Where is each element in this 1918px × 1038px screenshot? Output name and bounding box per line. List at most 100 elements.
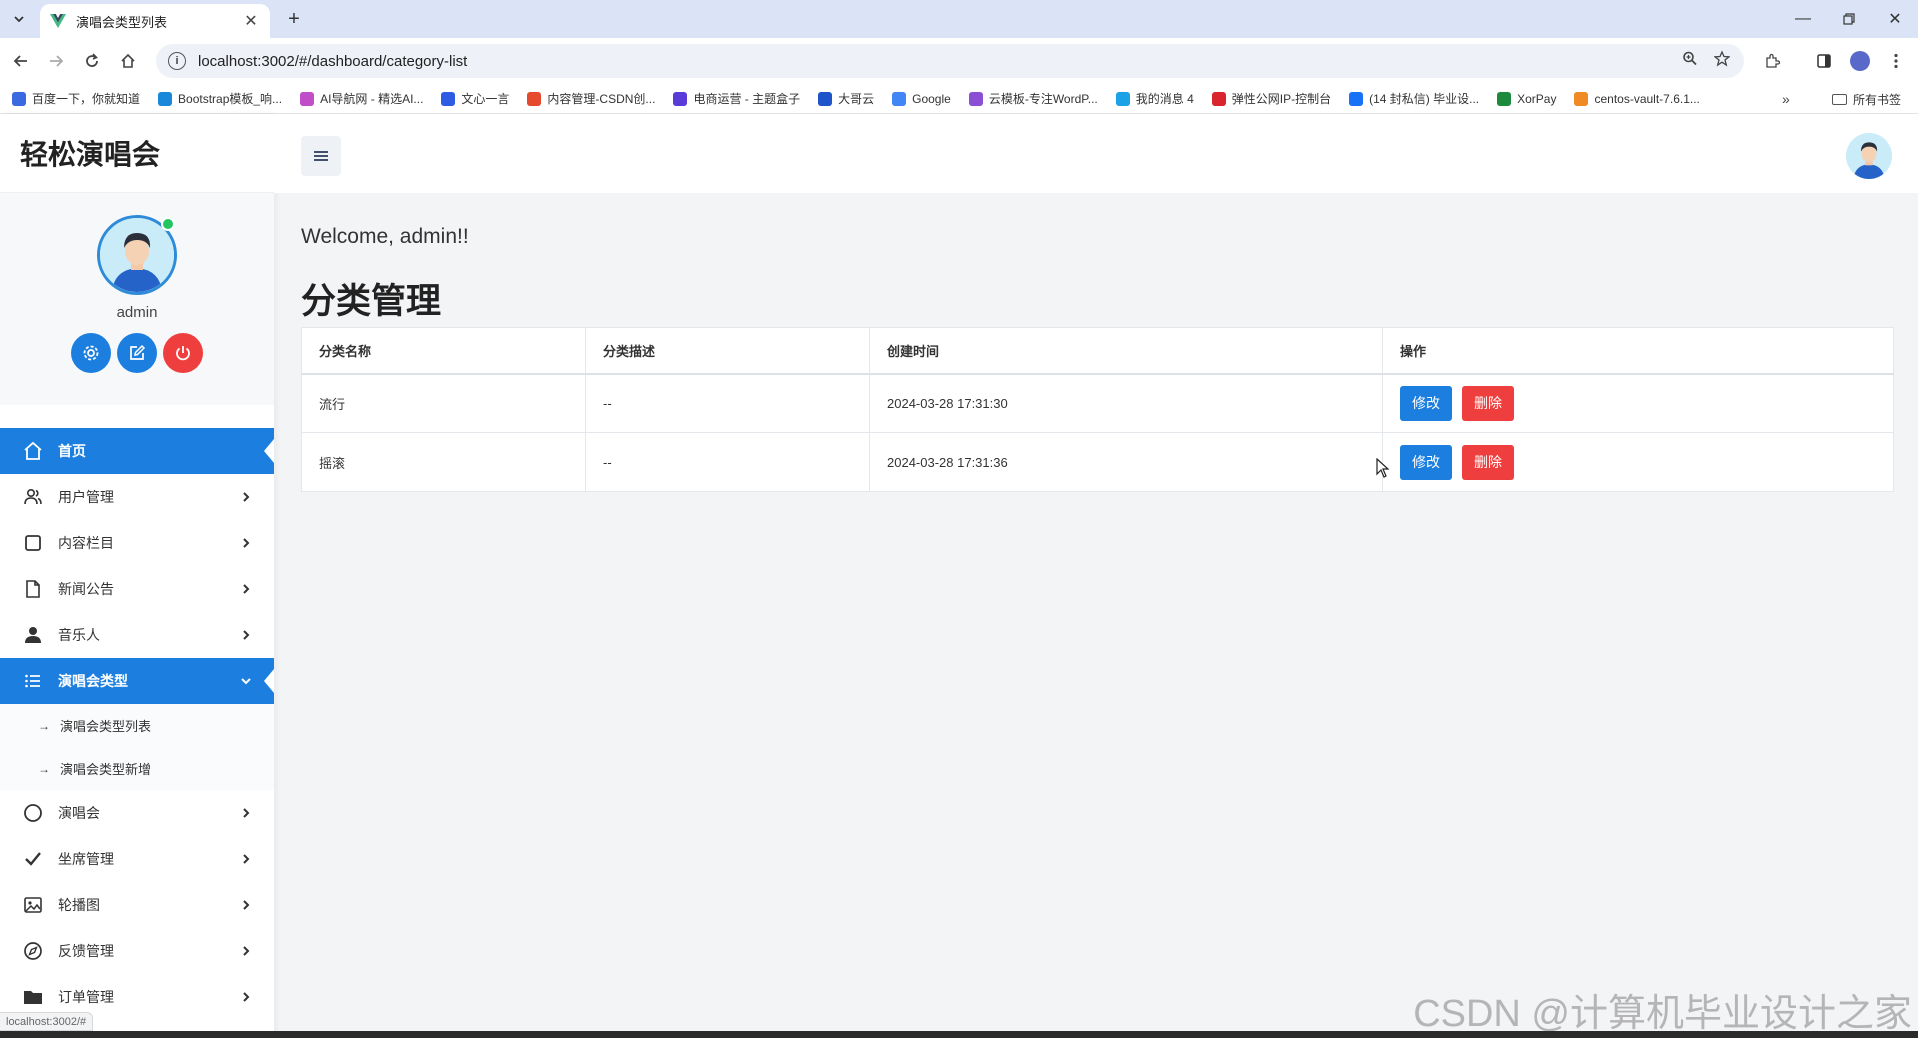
bookmark-favicon-icon [12, 91, 26, 106]
chevron-right-icon [243, 900, 250, 910]
close-window-button[interactable]: ✕ [1872, 0, 1918, 38]
sidebar-item-label: 首页 [58, 443, 86, 459]
sidebar-item-file[interactable]: 新闻公告 [0, 566, 274, 612]
edit-button[interactable]: 修改 [1400, 385, 1452, 421]
created-time-cell: 2024-03-28 17:31:30 [869, 373, 1383, 433]
bookmark-item[interactable]: 百度一下，你就知道 [12, 90, 140, 107]
puzzle-icon [1766, 53, 1780, 68]
edit-profile-button[interactable] [117, 333, 157, 373]
settings-button[interactable] [71, 333, 111, 373]
new-tab-button[interactable]: + [282, 8, 306, 30]
sidebar-item-circle[interactable]: 演唱会 [0, 790, 274, 836]
category-name-cell: 流行 [301, 373, 586, 433]
edit-icon [130, 344, 146, 360]
bookmarks-overflow-icon[interactable]: » [1782, 91, 1790, 107]
chevron-down-icon [241, 678, 251, 685]
bookmark-label: 我的消息 4 [1135, 92, 1194, 106]
browser-tabbar: 演唱会类型列表 ✕ + — ✕ [0, 0, 1918, 38]
bookmark-item[interactable]: centos-vault-7.6.1... [1574, 91, 1700, 106]
table-row: 摇滚 -- 2024-03-28 17:31:36 修改 删除 [301, 432, 1894, 492]
chevron-right-icon [243, 992, 250, 1002]
sidebar-item-image[interactable]: 轮播图 [0, 882, 274, 928]
profile-panel: admin [0, 193, 274, 405]
image-icon [23, 895, 43, 915]
reload-icon [86, 53, 98, 67]
delete-button[interactable]: 删除 [1462, 385, 1514, 421]
edit-button[interactable]: 修改 [1400, 444, 1452, 480]
bookmark-item[interactable]: AI导航网 - 精选AI... [300, 90, 423, 107]
bookmark-item[interactable]: Google [892, 91, 951, 106]
bookmark-label: (14 封私信) 毕业设... [1369, 92, 1480, 106]
bookmark-item[interactable]: 我的消息 4 [1115, 90, 1194, 107]
sidebar-item-users[interactable]: 用户管理 [0, 474, 274, 520]
profile-actions [71, 333, 203, 373]
header-avatar[interactable] [1846, 133, 1892, 179]
check-icon [23, 849, 43, 869]
submenu-item-label: 演唱会类型列表 [60, 719, 152, 734]
chevron-right-icon [243, 492, 250, 502]
sidebar-item-label: 反馈管理 [58, 943, 114, 959]
sidebar-item-square[interactable]: 内容栏目 [0, 520, 274, 566]
reload-button[interactable] [80, 49, 104, 73]
minimize-button[interactable]: — [1780, 0, 1826, 38]
bookmark-favicon-icon [300, 91, 315, 106]
sidebar-item-list[interactable]: 演唱会类型 [0, 658, 274, 704]
sidebar-toggle-button[interactable] [301, 136, 341, 176]
bookmark-item[interactable]: Bootstrap模板_响... [158, 90, 282, 107]
logout-button[interactable] [163, 333, 203, 373]
square-icon [23, 533, 43, 553]
zoom-icon[interactable] [1682, 51, 1698, 72]
circle-icon [23, 803, 43, 823]
bookmark-item[interactable]: 大哥云 [818, 90, 874, 107]
column-header: 分类描述 [585, 327, 870, 375]
forward-button[interactable] [44, 49, 68, 73]
main-content: Welcome, admin!! 分类管理 分类名称 分类描述 创建时间 操作 … [274, 114, 1918, 1038]
bookmark-item[interactable]: 文心一言 [441, 90, 509, 107]
bookmark-item[interactable]: 电商运营 - 主题盒子 [673, 90, 800, 107]
bookmark-label: 文心一言 [461, 92, 510, 106]
bookmark-item[interactable]: 弹性公网IP-控制台 [1211, 90, 1331, 107]
sidebar-item-check[interactable]: 坐席管理 [0, 836, 274, 882]
column-header: 分类名称 [301, 327, 586, 375]
submenu-item-label: 演唱会类型新增 [60, 762, 152, 777]
tab-search-button[interactable] [8, 8, 30, 30]
all-bookmarks-button[interactable]: 所有书签 [1832, 91, 1901, 108]
bookmark-item[interactable]: 内容管理-CSDN创... [527, 90, 655, 107]
avatar[interactable] [97, 215, 177, 295]
side-panel-button[interactable] [1812, 49, 1836, 73]
sidebar-item-chevron [236, 991, 256, 1003]
bookmark-favicon-icon [818, 91, 833, 106]
profile-button[interactable] [1848, 49, 1872, 73]
bookmark-item[interactable]: XorPay [1497, 91, 1556, 106]
home-button[interactable] [116, 49, 140, 73]
address-bar[interactable]: i localhost:3002/#/dashboard/category-li… [156, 44, 1744, 78]
bookmark-item[interactable]: 云模板-专注WordP... [968, 90, 1098, 107]
bookmark-favicon-icon [441, 91, 456, 106]
restore-button[interactable] [1826, 0, 1872, 38]
bookmark-item[interactable]: (14 封私信) 毕业设... [1349, 90, 1479, 107]
submenu-item[interactable]: → 演唱会类型新增 [0, 747, 274, 790]
sidebar-item-person[interactable]: 音乐人 [0, 612, 274, 658]
category-desc-cell: -- [585, 373, 870, 433]
bookmark-favicon-icon [1497, 91, 1512, 106]
sidebar-item-home[interactable]: 首页 [0, 428, 274, 474]
bookmark-favicon-icon [892, 91, 907, 106]
tab-close-icon[interactable]: ✕ [242, 11, 260, 31]
created-time-cell: 2024-03-28 17:31:36 [869, 432, 1383, 492]
sidebar-item-compass[interactable]: 反馈管理 [0, 928, 274, 974]
sidebar-item-label: 演唱会 [58, 805, 100, 821]
bookmark-label: Google [912, 91, 951, 106]
browser-tab-active[interactable]: 演唱会类型列表 ✕ [40, 4, 270, 38]
sidebar-menu: 首页 用户管理 内容栏目 新闻公告 音乐人 演唱会类型 → 演唱会类型列表 → 演唱会类型新增 演唱… [0, 428, 274, 1020]
file-icon [23, 579, 43, 599]
gear-icon [83, 345, 99, 361]
folder-icon [1832, 94, 1847, 105]
browser-menu-button[interactable] [1884, 49, 1908, 73]
submenu-item[interactable]: → 演唱会类型列表 [0, 704, 274, 747]
bookmark-label: Bootstrap模板_响... [178, 92, 283, 106]
back-button[interactable] [9, 49, 33, 73]
bookmark-star-icon[interactable] [1713, 50, 1731, 72]
delete-button[interactable]: 删除 [1462, 444, 1514, 480]
site-info-icon[interactable]: i [168, 52, 186, 70]
extensions-button[interactable] [1760, 49, 1784, 73]
